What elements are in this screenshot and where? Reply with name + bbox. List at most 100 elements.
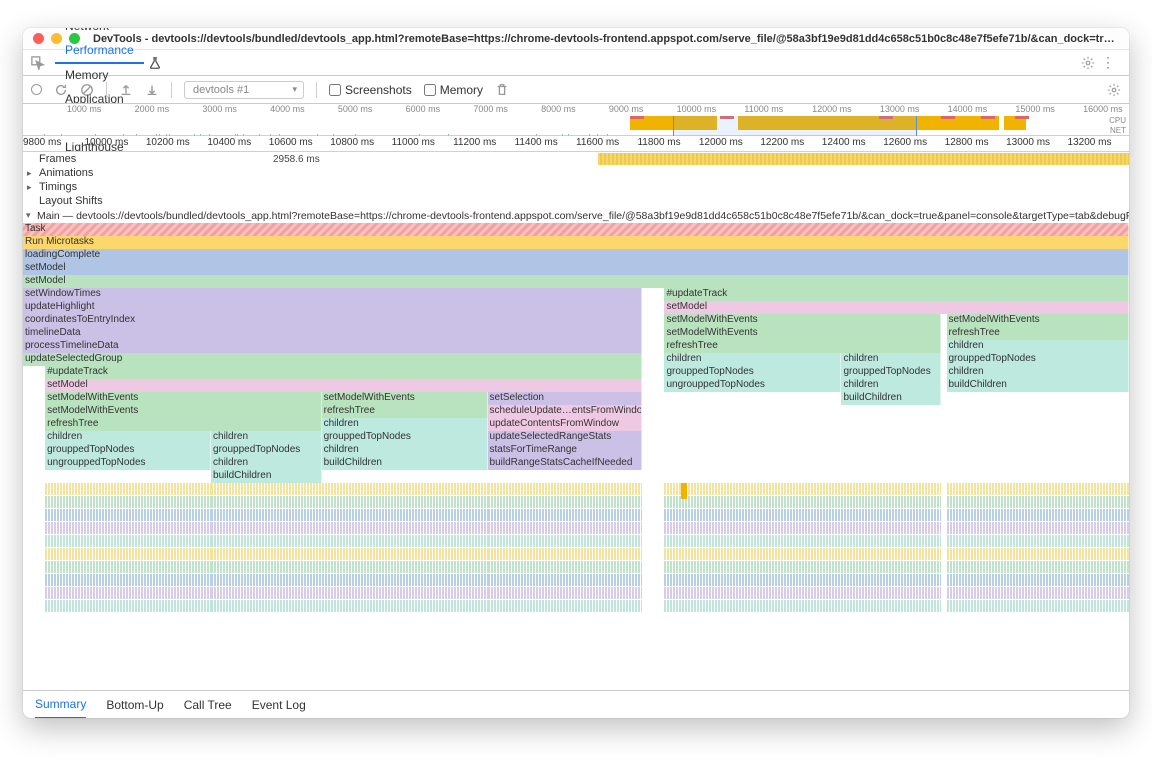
ruler-tick: 11200 ms xyxy=(453,137,496,148)
timeline-overview[interactable]: 1000 ms2000 ms3000 ms4000 ms5000 ms6000 … xyxy=(23,104,1129,136)
flame-bar[interactable]: setSelection xyxy=(488,392,643,405)
details-tab-summary[interactable]: Summary xyxy=(35,697,86,719)
flame-microtasks xyxy=(23,483,1129,628)
clear-icon[interactable] xyxy=(80,83,94,97)
flame-bar[interactable]: timelineData xyxy=(23,327,642,340)
ruler-tick: 12400 ms xyxy=(822,137,866,148)
flame-bar[interactable]: ungrouppedTopNodes xyxy=(664,379,841,392)
ruler-tick: 10800 ms xyxy=(330,137,374,148)
flame-bar[interactable]: statsForTimeRange xyxy=(488,444,643,457)
flame-bar[interactable]: updateSelectedRangeStats xyxy=(488,431,643,444)
flame-bar[interactable]: Run Microtasks xyxy=(23,236,1129,249)
flame-bar[interactable]: setModelWithEvents xyxy=(322,392,488,405)
trash-icon[interactable] xyxy=(495,83,509,97)
flame-bar[interactable]: refreshTree xyxy=(45,418,322,431)
reload-icon[interactable] xyxy=(54,83,68,97)
record-icon[interactable] xyxy=(31,84,42,95)
details-tab-bottom-up[interactable]: Bottom-Up xyxy=(106,698,163,712)
titlebar: DevTools - devtools://devtools/bundled/d… xyxy=(23,28,1129,50)
flame-bar[interactable]: setModelWithEvents xyxy=(45,405,322,418)
details-tab-call-tree[interactable]: Call Tree xyxy=(184,698,232,712)
flame-bar[interactable]: grouppedTopNodes xyxy=(841,366,941,379)
flame-bar[interactable]: #updateTrack xyxy=(664,288,1129,301)
flame-bar[interactable]: grouppedTopNodes xyxy=(211,444,322,457)
flame-bar[interactable]: children xyxy=(211,457,322,470)
panel-tabs: ElementsConsoleSourcesNetworkPerformance… xyxy=(23,50,1129,76)
ruler-tick: 12600 ms xyxy=(883,137,927,148)
flame-bar[interactable]: setWindowTimes xyxy=(23,288,642,301)
flame-bar[interactable]: processTimelineData xyxy=(23,340,642,353)
window-title: DevTools - devtools://devtools/bundled/d… xyxy=(93,33,1119,45)
flame-bar[interactable]: setModel xyxy=(664,301,1129,314)
more-icon[interactable]: ⋮ xyxy=(1095,54,1121,71)
flame-bar[interactable]: setModel xyxy=(23,262,1129,275)
memory-checkbox[interactable]: Memory xyxy=(424,83,483,97)
flame-bar[interactable]: buildRangeStatsCacheIfNeeded xyxy=(488,457,643,470)
flame-bar[interactable]: scheduleUpdate…entsFromWindow xyxy=(488,405,643,418)
overview-tick: 15000 ms xyxy=(1015,104,1055,114)
flame-bar[interactable]: children xyxy=(841,353,941,366)
flame-bar[interactable]: buildChildren xyxy=(211,470,322,483)
flame-bar[interactable]: children xyxy=(322,418,488,431)
flame-bar[interactable]: grouppedTopNodes xyxy=(947,353,1129,366)
inspect-icon[interactable] xyxy=(31,56,45,70)
flame-bar[interactable]: Task xyxy=(23,223,1129,236)
main-thread-header[interactable]: ▾Main — devtools://devtools/bundled/devt… xyxy=(23,208,1129,223)
flame-bar[interactable]: children xyxy=(841,379,941,392)
flame-bar[interactable]: children xyxy=(211,431,322,444)
overview-tick: 2000 ms xyxy=(135,104,170,114)
flame-bar[interactable]: setModel xyxy=(45,379,642,392)
flame-bar[interactable]: updateHighlight xyxy=(23,301,642,314)
flame-bar[interactable]: refreshTree xyxy=(322,405,488,418)
flame-bar[interactable]: children xyxy=(322,444,488,457)
close-dot[interactable] xyxy=(33,33,44,44)
ruler-tick: 12200 ms xyxy=(760,137,804,148)
tab-performance[interactable]: Performance xyxy=(55,38,144,64)
flame-bar[interactable]: children xyxy=(664,353,841,366)
flame-bar[interactable]: grouppedTopNodes xyxy=(664,366,841,379)
upload-icon[interactable] xyxy=(119,83,133,97)
overview-long-task-marker xyxy=(1015,116,1029,119)
overview-long-task-marker xyxy=(981,116,995,119)
timeline-ruler[interactable]: 9800 ms10000 ms10200 ms10400 ms10600 ms1… xyxy=(23,136,1129,152)
flame-bar[interactable]: buildChildren xyxy=(841,392,941,405)
overview-tick: 9000 ms xyxy=(609,104,644,114)
flame-bar[interactable]: setModelWithEvents xyxy=(664,327,941,340)
flame-bar[interactable]: loadingComplete xyxy=(23,249,1129,262)
overview-selection[interactable] xyxy=(673,116,917,136)
track-animations[interactable]: ▸Animations xyxy=(23,166,1129,180)
flame-bar[interactable]: refreshTree xyxy=(947,327,1129,340)
flask-icon xyxy=(148,56,162,70)
flame-bar[interactable]: setModelWithEvents xyxy=(947,314,1129,327)
track-layout-shifts[interactable]: Layout Shifts xyxy=(23,194,1129,208)
target-dropdown[interactable]: devtools #1 xyxy=(184,81,304,99)
flame-bar[interactable]: grouppedTopNodes xyxy=(322,431,488,444)
flame-bar[interactable]: buildChildren xyxy=(322,457,488,470)
track-frames[interactable]: Frames 2958.6 ms xyxy=(23,152,1129,166)
flame-bar[interactable]: children xyxy=(947,366,1129,379)
flame-bar[interactable]: children xyxy=(947,340,1129,353)
flame-bar[interactable]: setModelWithEvents xyxy=(664,314,941,327)
flame-bar[interactable]: updateSelectedGroup xyxy=(23,353,642,366)
tab-network[interactable]: Network xyxy=(55,28,144,38)
details-tab-event-log[interactable]: Event Log xyxy=(252,698,306,712)
perf-toolbar: devtools #1 Screenshots Memory xyxy=(23,76,1129,104)
settings-icon[interactable] xyxy=(1081,56,1095,70)
flame-bar[interactable]: coordinatesToEntryIndex xyxy=(23,314,642,327)
overview-tick: 11000 ms xyxy=(744,104,783,114)
flame-chart[interactable]: TaskRun MicrotasksloadingCompletesetMode… xyxy=(23,223,1129,690)
flame-bar[interactable]: updateContentsFromWindow xyxy=(488,418,643,431)
screenshots-checkbox[interactable]: Screenshots xyxy=(329,83,412,97)
flame-bar[interactable]: grouppedTopNodes xyxy=(45,444,211,457)
capture-settings-icon[interactable] xyxy=(1107,83,1121,97)
flame-bar[interactable]: setModelWithEvents xyxy=(45,392,322,405)
flame-bar[interactable]: buildChildren xyxy=(947,379,1129,392)
flame-bar[interactable]: children xyxy=(45,431,211,444)
track-timings[interactable]: ▸Timings xyxy=(23,180,1129,194)
download-icon[interactable] xyxy=(145,83,159,97)
flame-bar[interactable]: refreshTree xyxy=(664,340,941,353)
flame-bar[interactable]: #updateTrack xyxy=(45,366,642,379)
flame-bar[interactable]: setModel xyxy=(23,275,1129,288)
overview-tick: 1000 ms xyxy=(67,104,102,114)
flame-bar[interactable]: ungrouppedTopNodes xyxy=(45,457,211,470)
